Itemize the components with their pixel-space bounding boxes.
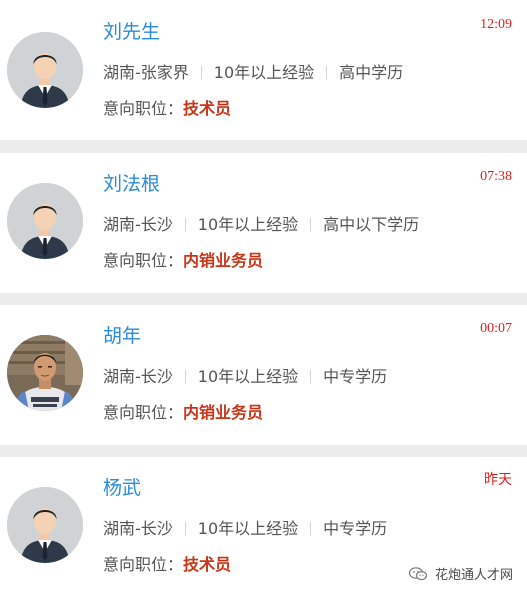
experience: 10年以上经验 [197, 519, 299, 538]
divider [184, 218, 186, 232]
candidate-info: 湖南-长沙 10年以上经验 高中以下学历 [103, 214, 419, 236]
experience: 10年以上经验 [197, 367, 299, 386]
divider [326, 66, 328, 80]
post-time: 昨天 [484, 473, 512, 488]
divider [184, 370, 186, 384]
experience: 10年以上经验 [213, 63, 315, 82]
education: 高中以下学历 [323, 215, 420, 234]
job-value: 技术员 [183, 555, 232, 574]
divider [310, 218, 312, 232]
post-time: 12:09 [480, 17, 512, 32]
candidate-info: 湖南-长沙 10年以上经验 中专学历 [103, 518, 387, 540]
job-label: 意向职位： [103, 555, 184, 574]
job-value: 技术员 [183, 99, 232, 118]
divider [310, 370, 312, 384]
default-avatar-icon [7, 183, 83, 259]
candidate-card[interactable]: 刘法根 07:38 湖南-长沙 10年以上经验 高中以下学历 意向职位：内销业务员 [0, 153, 527, 293]
watermark: 花炮通人才网 [408, 564, 513, 583]
job-label: 意向职位： [103, 403, 184, 422]
candidate-name[interactable]: 刘先生 [103, 20, 160, 44]
post-time: 07:38 [480, 169, 512, 184]
location: 湖南-张家界 [103, 63, 189, 82]
job-intent: 意向职位：技术员 [103, 98, 231, 120]
experience: 10年以上经验 [197, 215, 299, 234]
job-label: 意向职位： [103, 251, 184, 270]
photo-avatar-icon [7, 335, 83, 411]
divider [310, 522, 312, 536]
job-intent: 意向职位：技术员 [103, 554, 231, 576]
location: 湖南-长沙 [103, 367, 173, 386]
candidate-name[interactable]: 胡年 [103, 324, 141, 348]
candidate-card[interactable]: 刘先生 12:09 湖南-张家界 10年以上经验 高中学历 意向职位：技术员 [0, 0, 527, 140]
divider [184, 522, 186, 536]
candidate-info: 湖南-长沙 10年以上经验 中专学历 [103, 366, 387, 388]
job-intent: 意向职位：内销业务员 [103, 250, 263, 272]
location: 湖南-长沙 [103, 215, 173, 234]
candidate-name[interactable]: 刘法根 [103, 172, 160, 196]
education: 中专学历 [323, 519, 388, 538]
job-label: 意向职位： [103, 99, 184, 118]
default-avatar-icon [7, 487, 83, 563]
candidate-card[interactable]: 胡年 00:07 湖南-长沙 10年以上经验 中专学历 意向职位：内销业务员 [0, 305, 527, 445]
job-intent: 意向职位：内销业务员 [103, 402, 263, 424]
education: 中专学历 [323, 367, 388, 386]
candidate-name[interactable]: 杨武 [103, 476, 141, 500]
default-avatar-icon [7, 32, 83, 108]
job-value: 内销业务员 [183, 251, 264, 270]
location: 湖南-长沙 [103, 519, 173, 538]
watermark-text: 花炮通人才网 [434, 568, 513, 583]
education: 高中学历 [339, 63, 404, 82]
job-value: 内销业务员 [183, 403, 264, 422]
candidate-info: 湖南-张家界 10年以上经验 高中学历 [103, 62, 403, 84]
post-time: 00:07 [480, 321, 512, 336]
wechat-icon [408, 567, 431, 583]
divider [200, 66, 202, 80]
